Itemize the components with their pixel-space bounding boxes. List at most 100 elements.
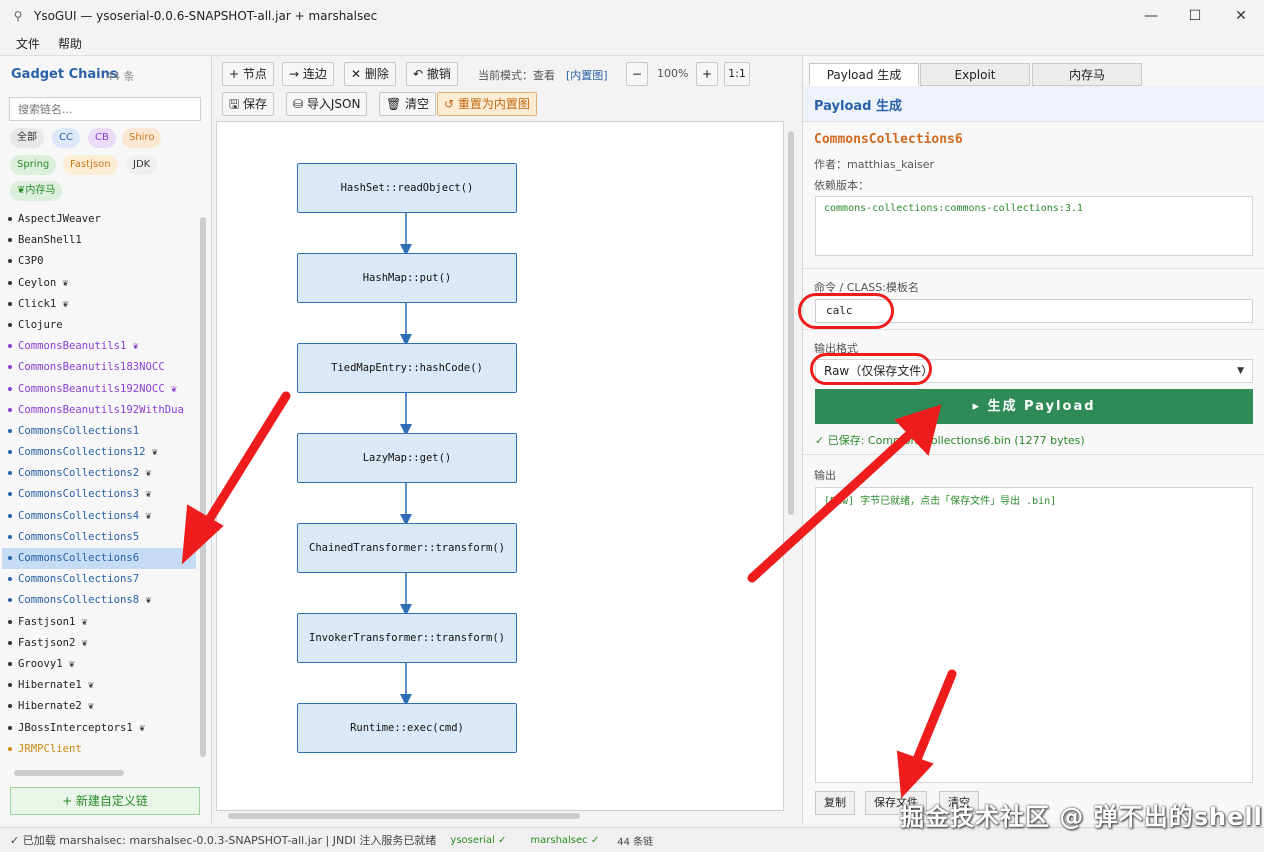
- filter-chip-jdk[interactable]: JDK: [126, 155, 158, 175]
- chain-name: AspectJWeaver: [18, 213, 101, 225]
- graph-node-lazymap-get[interactable]: LazyMap::get(): [297, 433, 517, 483]
- reset-zoom-button[interactable]: 1:1: [724, 62, 750, 86]
- chain-list-item[interactable]: Clojure: [2, 315, 196, 336]
- connect-edge-button[interactable]: → 连边: [282, 62, 334, 86]
- new-custom-chain-button[interactable]: + 新建自定义链: [10, 787, 200, 815]
- bullet-icon: [8, 661, 12, 666]
- chain-list-item[interactable]: CommonsCollections12 ❦: [2, 442, 196, 463]
- payload-header-title: Payload 生成: [814, 99, 903, 114]
- filter-chip-fastjson[interactable]: Fastjson: [63, 155, 118, 175]
- graph-node-tiedmapentry-hashcode[interactable]: TiedMapEntry::hashCode(): [297, 343, 517, 393]
- chain-list-item[interactable]: CommonsCollections4 ❦: [2, 506, 196, 527]
- chain-list-item[interactable]: Fastjson1 ❦: [2, 612, 196, 633]
- chain-list-item[interactable]: CommonsBeanutils192WithDua: [2, 400, 196, 421]
- chain-list-item[interactable]: Ceylon ❦: [2, 273, 196, 294]
- generate-payload-button[interactable]: ▸ 生成 Payload: [815, 389, 1253, 424]
- chain-list-item[interactable]: CommonsCollections5: [2, 527, 196, 548]
- bullet-icon: [8, 598, 12, 603]
- filter-chip-cc[interactable]: CC: [52, 128, 80, 148]
- app-icon: ⚲: [13, 9, 23, 23]
- chain-name: Ceylon: [18, 276, 57, 289]
- memshell-icon: ❦: [145, 468, 152, 480]
- bullet-icon: [8, 301, 12, 306]
- filter-chip-spring[interactable]: Spring: [10, 155, 57, 175]
- save-graph-button[interactable]: 🖫 保存: [222, 92, 275, 116]
- add-node-button[interactable]: + 节点: [222, 62, 274, 86]
- gadget-chains-count: 44 条: [106, 70, 135, 83]
- maximize-button[interactable]: ☐: [1172, 0, 1218, 32]
- payload-body: CommonsCollections6 作者：matthias_kaiser 依…: [803, 123, 1264, 823]
- chain-list-item[interactable]: CommonsCollections7: [2, 569, 196, 590]
- chain-list-item[interactable]: CommonsCollections1: [2, 421, 196, 442]
- graph-node-hashset-readobject[interactable]: HashSet::readObject(): [297, 163, 517, 213]
- chain-list-item[interactable]: CommonsBeanutils183NOCC: [2, 357, 196, 378]
- canvas-vertical-scrollbar[interactable]: [786, 121, 796, 811]
- graph-node-chainedtransformer-transform[interactable]: ChainedTransformer::transform(): [297, 523, 517, 573]
- window-title: YsoGUI — ysoserial-0.0.6-SNAPSHOT-all.ja…: [34, 9, 378, 23]
- chain-list-item[interactable]: JBossInterceptors1 ❦: [2, 718, 196, 739]
- bullet-icon: [8, 238, 12, 243]
- chain-list-item[interactable]: CommonsBeanutils192NOCC ❦: [2, 379, 196, 400]
- chain-list-item[interactable]: Click1 ❦: [2, 294, 196, 315]
- copy-button[interactable]: 复制: [815, 791, 855, 815]
- tab-memshell[interactable]: 内存马: [1032, 63, 1142, 86]
- chain-search-input[interactable]: [9, 97, 201, 121]
- mode-value: [内置图]: [566, 69, 608, 82]
- bullet-icon: [8, 471, 12, 476]
- import-json-button[interactable]: ⛁ 导入JSON: [286, 92, 368, 116]
- minimize-button[interactable]: —: [1128, 0, 1174, 32]
- chain-list-item[interactable]: BeanShell1: [2, 230, 196, 251]
- chain-list-item[interactable]: AspectJWeaver: [2, 209, 196, 230]
- graph-canvas[interactable]: HashSet::readObject() HashMap::put() Tie…: [216, 121, 784, 811]
- chain-list-item[interactable]: CommonsCollections8 ❦: [2, 590, 196, 611]
- chain-list-item[interactable]: Groovy1 ❦: [2, 654, 196, 675]
- filter-chip-cb[interactable]: CB: [88, 128, 116, 148]
- menu-help[interactable]: 帮助: [52, 35, 94, 52]
- watermark: 掘金技术社区 @ 弹不出的shell: [900, 803, 1263, 831]
- filter-chip-all[interactable]: 全部: [10, 128, 44, 148]
- bullet-icon: [8, 577, 12, 582]
- memshell-icon: ❦: [87, 680, 94, 692]
- filter-chip-memshell[interactable]: ❦内存马: [10, 181, 63, 201]
- tab-exploit[interactable]: Exploit: [920, 63, 1030, 86]
- filter-chip-shiro[interactable]: Shiro: [122, 128, 162, 148]
- delete-button[interactable]: ✕ 删除: [344, 62, 396, 86]
- canvas-horizontal-scrollbar[interactable]: [216, 811, 786, 821]
- menu-file[interactable]: 文件: [0, 35, 52, 52]
- memshell-icon: ❦: [81, 616, 88, 628]
- graph-node-hashmap-put[interactable]: HashMap::put(): [297, 253, 517, 303]
- tab-payload[interactable]: Payload 生成: [809, 63, 919, 86]
- gadget-chains-title: Gadget Chains: [11, 67, 118, 82]
- chain-list-vertical-scrollbar[interactable]: [198, 209, 208, 769]
- reset-builtin-graph-button[interactable]: ↺ 重置为内置图: [437, 92, 537, 116]
- chain-list-item[interactable]: CommonsCollections3 ❦: [2, 484, 196, 505]
- chain-list-item[interactable]: JRMPClient: [2, 739, 196, 760]
- bullet-icon: [8, 556, 12, 560]
- memshell-icon: ❦: [151, 447, 158, 459]
- bullet-icon: [8, 280, 12, 285]
- graph-node-runtime-exec[interactable]: Runtime::exec(cmd): [297, 703, 517, 753]
- zoom-out-button[interactable]: −: [626, 62, 648, 86]
- chain-name: Fastjson1: [18, 615, 76, 628]
- graph-node-invokertransformer-transform[interactable]: InvokerTransformer::transform(): [297, 613, 517, 663]
- undo-button[interactable]: ↶ 撤销: [406, 62, 458, 86]
- chain-list-horizontal-scrollbar[interactable]: [2, 768, 196, 778]
- chain-list-item[interactable]: CommonsCollections2 ❦: [2, 463, 196, 484]
- chain-list-item[interactable]: Hibernate1 ❦: [2, 675, 196, 696]
- clear-graph-button[interactable]: 🗑 清空: [379, 92, 437, 116]
- output-textarea[interactable]: [Raw] 字节已就绪，点击「保存文件」导出 .bin]: [815, 487, 1253, 783]
- zoom-in-button[interactable]: +: [696, 62, 718, 86]
- bullet-icon: [8, 322, 12, 327]
- chain-list-item[interactable]: C3P0: [2, 251, 196, 272]
- memshell-icon: ❦: [145, 510, 152, 522]
- chain-list-item[interactable]: Hibernate2 ❦: [2, 696, 196, 717]
- bullet-icon: [8, 683, 12, 688]
- chain-list-item[interactable]: CommonsBeanutils1 ❦: [2, 336, 196, 357]
- chain-name: CommonsCollections7: [18, 573, 140, 586]
- memshell-icon: ❦: [145, 595, 152, 607]
- close-button[interactable]: ✕: [1218, 0, 1264, 32]
- chain-list-item[interactable]: CommonsCollections6: [2, 548, 196, 570]
- chain-list-item[interactable]: Fastjson2 ❦: [2, 633, 196, 654]
- bullet-icon: [8, 640, 12, 645]
- memshell-icon: ❦: [145, 489, 152, 501]
